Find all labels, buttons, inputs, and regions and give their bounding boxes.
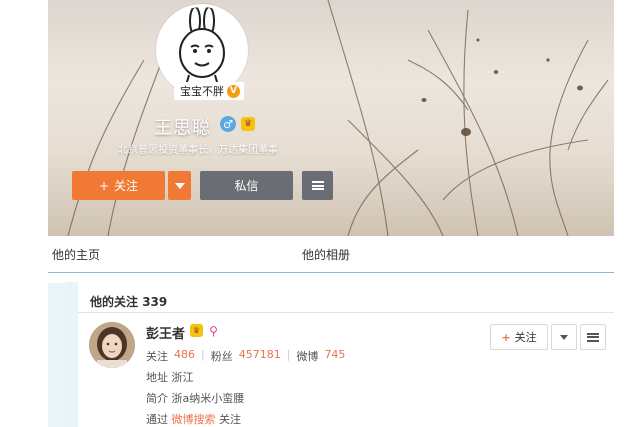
fans-count[interactable]: 457181	[239, 348, 281, 364]
follow-dropdown-button[interactable]	[168, 171, 191, 200]
user-address: 地址 浙江	[146, 369, 194, 385]
follow-list-title-text: 他的关注	[90, 295, 139, 309]
weibo-count[interactable]: 745	[324, 348, 345, 364]
more-menu-button[interactable]	[302, 171, 333, 200]
message-button-label: 私信	[234, 179, 259, 193]
user-follow-dropdown-button[interactable]	[551, 324, 577, 350]
chevron-down-icon	[560, 334, 568, 340]
following-label: 关注	[146, 350, 168, 363]
user-follow-button[interactable]: + 关注	[490, 324, 548, 350]
menu-icon	[587, 332, 599, 342]
user-avatar[interactable]	[89, 322, 135, 368]
cover-background-image	[67, 0, 609, 236]
plus-icon: +	[501, 330, 511, 344]
vip-level-icon[interactable]: ♛	[241, 117, 255, 131]
message-button[interactable]: 私信	[200, 171, 293, 200]
address-label: 地址	[146, 371, 168, 384]
user-follow-button-label: 关注	[514, 331, 537, 344]
gender-male-icon: ♂	[220, 116, 236, 132]
profile-description: 北京普思投资董事长，万达集团董事	[118, 145, 278, 156]
follow-source: 通过 微博搜索 关注	[146, 411, 241, 427]
stats-separator: |	[201, 348, 205, 361]
tab-home[interactable]: 他的主页	[52, 246, 100, 263]
divider	[78, 312, 614, 313]
intro-value: 浙a纳米小蛮腰	[171, 392, 245, 405]
meme-face-avatar-icon	[159, 7, 245, 93]
menu-icon	[311, 181, 324, 190]
profile-tabs: 他的主页 他的相册	[48, 238, 614, 268]
fans-label: 粉丝	[210, 350, 233, 363]
intro-label: 简介	[146, 392, 168, 405]
via-link[interactable]: 微博搜索	[172, 413, 216, 426]
follow-list-title: 他的关注 339	[90, 293, 167, 310]
weibo-label: 微博	[296, 350, 319, 363]
tab-album[interactable]: 他的相册	[302, 246, 350, 263]
following-count[interactable]: 486	[174, 348, 195, 364]
nickname-tag-text: 宝宝不胖	[180, 85, 224, 98]
follow-button[interactable]: + 关注	[72, 171, 165, 200]
user-photo-icon	[89, 322, 135, 368]
chevron-down-icon	[174, 182, 185, 189]
nickname-tag: 宝宝不胖 V	[174, 82, 244, 100]
profile-name: 王思聪	[154, 118, 211, 139]
verified-badge-icon: V	[227, 84, 240, 98]
stats-separator: |	[286, 348, 291, 361]
user-stats: 关注 486 | 粉丝 457181 | 微博 745	[146, 348, 345, 364]
follow-button-label: 关注	[114, 179, 139, 193]
plus-icon: +	[98, 178, 110, 193]
user-name[interactable]: 彭王者	[146, 323, 185, 342]
via-suffix: 关注	[219, 413, 241, 426]
pink-gem-icon[interactable]: ⚲	[207, 324, 220, 338]
follow-list-count: 339	[142, 295, 168, 309]
user-more-menu-button[interactable]	[580, 324, 606, 350]
vip-level-icon[interactable]: ♛	[190, 324, 203, 337]
profile-cover	[48, 0, 614, 236]
address-value: 浙江	[171, 371, 194, 384]
via-label: 通过	[146, 413, 168, 426]
user-intro: 简介 浙a纳米小蛮腰	[146, 390, 244, 406]
